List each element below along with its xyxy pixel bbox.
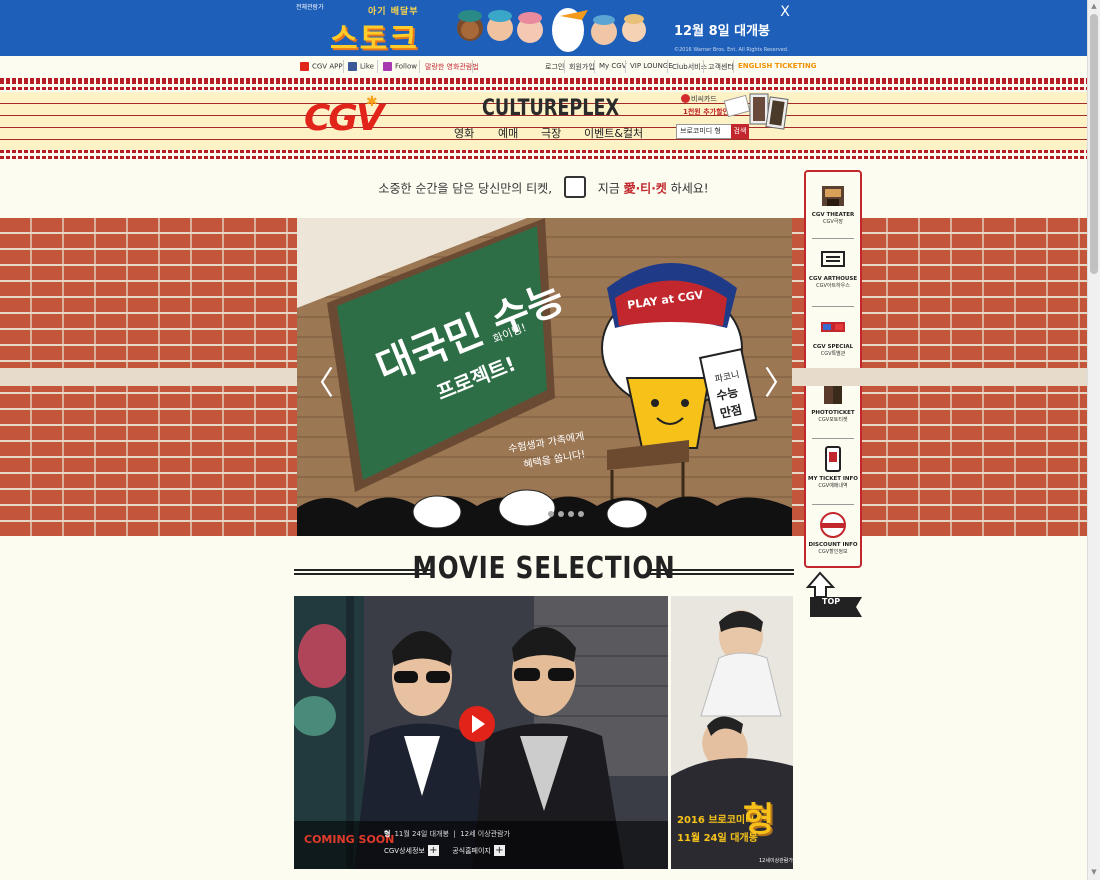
nav-movie[interactable]: 영화 bbox=[454, 125, 474, 141]
instagram-follow-link[interactable]: Follow bbox=[383, 62, 417, 71]
bc-card-icon bbox=[681, 94, 690, 103]
instagram-icon bbox=[383, 62, 392, 71]
quick-label-en: MY TICKET INFO bbox=[808, 476, 858, 482]
promo-card-name[interactable]: 비씨카드 bbox=[691, 94, 717, 104]
scroll-down-icon[interactable]: ▼ bbox=[1090, 868, 1098, 876]
ticket-icon bbox=[563, 176, 586, 198]
movie-links: CGV상세정보 + 공식홈페이지 + bbox=[384, 845, 505, 856]
tagline-part1: 소중한 순간을 담은 당신만의 티켓, bbox=[378, 181, 553, 196]
quick-label-ko: CGV할인정보 bbox=[818, 549, 848, 555]
banner-movie-title: 스토크 bbox=[330, 22, 419, 56]
facebook-icon bbox=[348, 62, 357, 71]
quick-label-en: CGV SPECIAL bbox=[812, 344, 854, 350]
close-icon[interactable]: X bbox=[778, 5, 792, 19]
customer-center-link[interactable]: 고객센터 bbox=[708, 62, 734, 72]
coming-soon-label: COMING SOON bbox=[304, 833, 395, 846]
english-ticketing-link[interactable]: ENGLISH TICKETING bbox=[738, 62, 817, 70]
login-link[interactable]: 로그인 bbox=[545, 62, 564, 72]
top-button[interactable]: TOP bbox=[805, 571, 864, 619]
nav-theater[interactable]: 극장 bbox=[541, 125, 561, 141]
banner-release-date: 12월 8일 대개봉 bbox=[674, 24, 770, 39]
arthouse-icon bbox=[821, 251, 845, 267]
like-label: Like bbox=[360, 62, 374, 71]
movie-selection-title: MOVIE SELECTION bbox=[412, 551, 676, 586]
tagline: 소중한 순간을 담은 당신만의 티켓, 지금 愛·티·켓 하세요! bbox=[0, 176, 1087, 200]
banner-copyright: ©2016 Warner Bros. Ent. All Rights Reser… bbox=[674, 47, 789, 53]
quick-cgv-arthouse[interactable]: CGV ARTHOUSE CGV아트하우스 bbox=[806, 244, 860, 290]
club-service-link[interactable]: Club서비스 bbox=[672, 62, 707, 72]
utility-bar: CGV APP Like Follow 말랑한 영화관람법 로그인 회원가입 M… bbox=[0, 56, 1087, 78]
main-header: CGV ✱ CULTUREPLEX 영화 예매 극장 이벤트&컬처 비씨카드 1… bbox=[0, 92, 1087, 150]
quick-label-en: CGV ARTHOUSE bbox=[808, 276, 858, 282]
banner-characters-image bbox=[457, 8, 646, 52]
quick-label-ko: CGV포토티켓 bbox=[818, 417, 848, 423]
tagline-part3: 하세요! bbox=[670, 181, 709, 196]
hero-slide-illustration: 대국민 수능 프로젝트! 화이팅! PLAY at CGV 파코니 수능 만점 … bbox=[297, 218, 792, 536]
quick-label-ko: CGV특별관 bbox=[820, 351, 846, 357]
guide-link[interactable]: 말랑한 영화관람법 bbox=[425, 62, 479, 72]
quick-my-ticket-info[interactable]: MY TICKET INFO CGV예매내역 bbox=[806, 444, 860, 490]
play-button[interactable] bbox=[459, 706, 495, 742]
follow-label: Follow bbox=[395, 62, 417, 71]
3d-glasses-icon bbox=[821, 322, 845, 332]
hero-carousel[interactable]: 대국민 수능 프로젝트! 화이팅! PLAY at CGV 파코니 수능 만점 … bbox=[0, 218, 1087, 536]
scroll-thumb[interactable] bbox=[1090, 14, 1098, 274]
official-site-link[interactable]: 공식홈페이지 + bbox=[452, 845, 505, 856]
quick-cgv-theater[interactable]: CGV THEATER CGV극장 bbox=[806, 180, 860, 226]
poster-date: 11월 24일 대개봉 bbox=[677, 833, 758, 844]
decorative-stripe-bottom-2 bbox=[0, 156, 1087, 159]
decorative-stripe-top-2 bbox=[0, 87, 1087, 90]
cultureplex-title: CULTUREPLEX bbox=[482, 96, 620, 121]
movie-name: 형 bbox=[384, 830, 391, 838]
release-info: 11월 24일 대개봉 bbox=[394, 830, 449, 838]
poster-rating: 12세이상관람가 bbox=[759, 858, 793, 864]
nav-event-culture[interactable]: 이벤트&컬처 bbox=[584, 125, 643, 141]
cgv-app-link[interactable]: CGV APP bbox=[300, 62, 343, 71]
tagline-part2: 지금 bbox=[597, 181, 620, 196]
carousel-next-icon[interactable]: 〉 bbox=[764, 358, 796, 404]
nav-reservation[interactable]: 예매 bbox=[498, 125, 518, 141]
decorative-stripe-top bbox=[0, 78, 1087, 84]
page-scrollbar[interactable]: ▲ ▼ bbox=[1087, 0, 1100, 880]
movie-rating: 12세 이상관람가 bbox=[460, 830, 510, 838]
rating-label: 전체관람가 bbox=[296, 4, 324, 11]
movie-info-line: 형 11월 24일 대개봉 | 12세 이상관람가 bbox=[384, 830, 510, 838]
up-arrow-icon bbox=[805, 571, 862, 617]
join-link[interactable]: 회원가입 bbox=[569, 62, 595, 72]
detail-link[interactable]: CGV상세정보 + bbox=[384, 845, 439, 856]
theater-icon bbox=[822, 186, 844, 206]
scroll-up-icon[interactable]: ▲ bbox=[1090, 2, 1098, 10]
phone-ticket-icon bbox=[825, 446, 841, 472]
quick-label-en: PHOTOTICKET bbox=[811, 410, 855, 416]
my-cgv-link[interactable]: My CGV bbox=[599, 62, 627, 70]
quick-cgv-special[interactable]: CGV SPECIAL CGV특별관 bbox=[806, 312, 860, 358]
discount-badge-icon bbox=[820, 512, 846, 538]
plus-icon: + bbox=[493, 845, 505, 856]
carousel-prev-icon[interactable]: 〈 bbox=[302, 358, 334, 404]
quick-label-en: CGV THEATER bbox=[811, 212, 855, 218]
quick-label-ko: CGV아트하우스 bbox=[816, 283, 850, 289]
quick-discount-info[interactable]: DISCOUNT INFO CGV할인정보 bbox=[806, 510, 860, 556]
top-ad-banner[interactable]: 전체관람가 아기 배달부 스토크 12월 8일 대개봉 ©2016 Warner… bbox=[0, 0, 1087, 56]
trailer-player[interactable]: COMING SOON 형 11월 24일 대개봉 | 12세 이상관람가 CGV… bbox=[294, 596, 668, 869]
hero-slide[interactable]: 대국민 수능 프로젝트! 화이팅! PLAY at CGV 파코니 수능 만점 … bbox=[297, 218, 792, 536]
photo-ticket-image bbox=[723, 93, 789, 130]
cgv-app-label: CGV APP bbox=[312, 62, 343, 71]
logo-star-icon: ✱ bbox=[366, 94, 378, 110]
facebook-like-link[interactable]: Like bbox=[348, 62, 374, 71]
movie-selection-heading: MOVIE SELECTION bbox=[294, 551, 794, 593]
plus-icon: + bbox=[427, 845, 439, 856]
movie-poster[interactable]: 2016 브로코미디 형 11월 24일 대개봉 12세이상관람가 bbox=[671, 596, 793, 869]
top-label: TOP bbox=[822, 597, 841, 606]
decorative-stripe-bottom bbox=[0, 150, 1087, 153]
tagline-accent: 愛·티·켓 bbox=[623, 181, 667, 196]
quick-label-ko: CGV예매내역 bbox=[818, 483, 848, 489]
quick-label-en: DISCOUNT INFO bbox=[808, 542, 858, 548]
cgv-app-icon bbox=[300, 62, 309, 71]
quick-label-ko: CGV극장 bbox=[823, 219, 843, 225]
